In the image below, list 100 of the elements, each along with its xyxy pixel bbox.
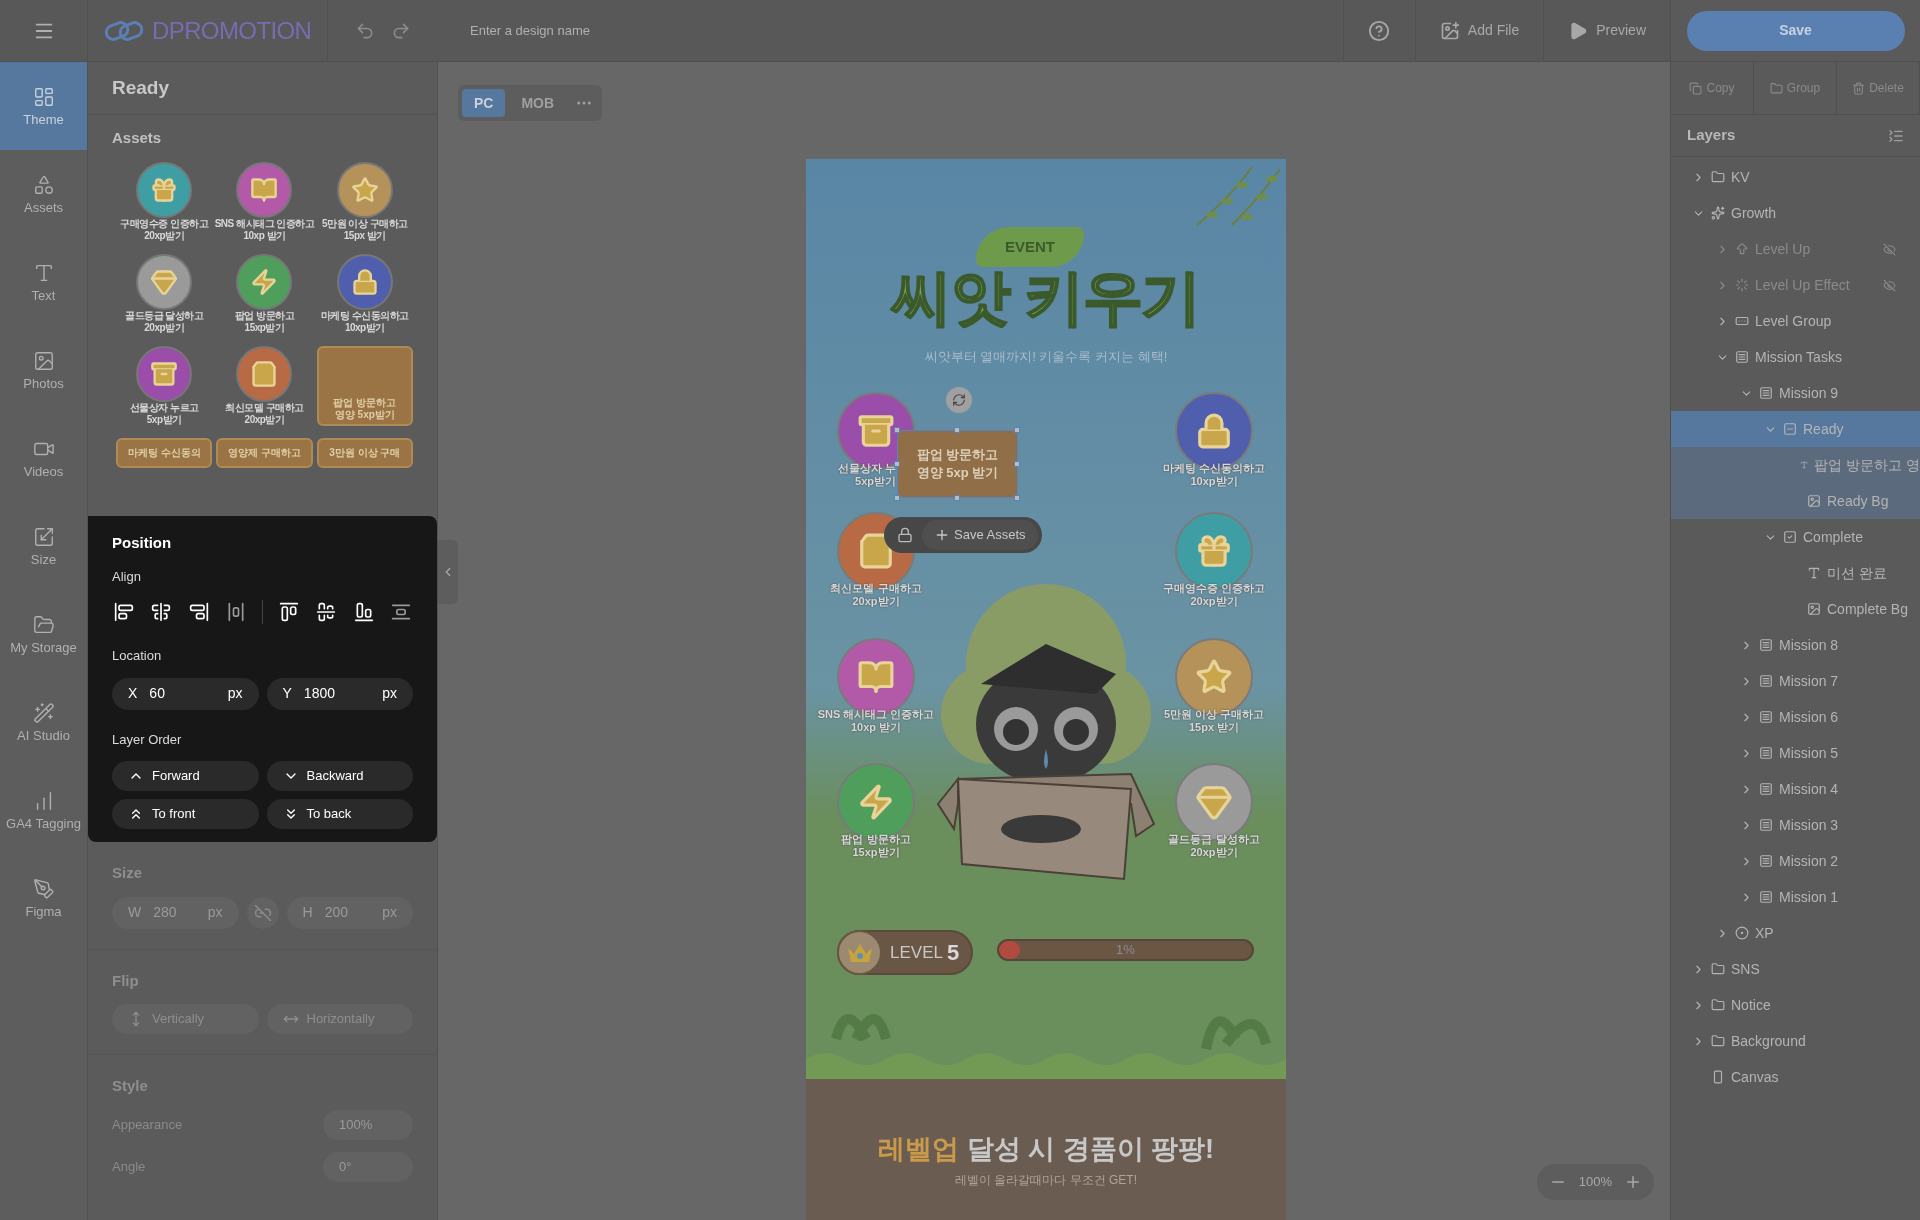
field-label: Align (112, 567, 142, 586)
layer-item[interactable]: Level Group (1671, 303, 1920, 339)
eye-off-icon[interactable] (1883, 278, 1896, 292)
resize-handle[interactable] (954, 495, 960, 501)
rail-item[interactable]: Size (0, 502, 87, 590)
layer-item[interactable]: Complete (1671, 519, 1920, 555)
layer-item[interactable]: Canvas (1671, 1059, 1920, 1095)
list-icon (1759, 746, 1773, 760)
layer-item[interactable]: 팝업 방문하고 영 (1671, 447, 1920, 483)
collapse-panel-handle[interactable] (438, 540, 458, 604)
rail-item[interactable]: Text (0, 238, 87, 326)
selected-element-card[interactable]: 팝업 방문하고 영양 5xp 받기 (897, 430, 1018, 498)
layer-item[interactable]: Notice (1671, 987, 1920, 1023)
layer-item[interactable]: Mission 8 (1671, 627, 1920, 663)
copy-icon (1689, 81, 1703, 95)
list-icon (1759, 638, 1773, 652)
undo-icon[interactable] (355, 20, 375, 41)
add-file-button[interactable]: Add File (1414, 0, 1544, 61)
device-tab[interactable]: MOB (509, 89, 567, 117)
number-field[interactable]: X 60 px (112, 677, 259, 710)
layer-item[interactable]: Mission 4 (1671, 771, 1920, 807)
eye-off-icon[interactable] (1883, 242, 1896, 256)
layer-item[interactable]: Mission 5 (1671, 735, 1920, 771)
asset-card[interactable]: 영양제 구매하고 (216, 437, 313, 468)
rail-item[interactable]: Figma (0, 854, 87, 942)
layer-item[interactable]: Ready (1671, 411, 1920, 447)
mission-label: SNS 해시태그 인증하고 (817, 708, 935, 721)
asset-tile[interactable]: 구매영수증 인증하고 20xp받기 (116, 161, 213, 242)
layer-item[interactable]: Growth (1671, 195, 1920, 231)
asset-card[interactable]: 3만원 이상 구매 (316, 437, 413, 468)
redo-icon[interactable] (391, 20, 411, 41)
rail-item[interactable]: AI Studio (0, 678, 87, 766)
unlink-icon[interactable] (246, 896, 279, 929)
layer-item[interactable]: Mission 1 (1671, 879, 1920, 915)
layer-item[interactable]: Mission 3 (1671, 807, 1920, 843)
layer-label: Ready Bg (1827, 491, 1889, 511)
save-assets-button[interactable]: Save Assets (922, 520, 1038, 550)
layer-label: Mission 6 (1779, 707, 1839, 727)
mission-label: 10xp 받기 (850, 721, 902, 734)
layer-item[interactable]: SNS (1671, 951, 1920, 987)
layer-item[interactable]: Mission Tasks (1671, 339, 1920, 375)
layer-label: Mission 1 (1779, 887, 1839, 907)
section-title: Assets (112, 128, 163, 148)
link-logo-icon (104, 18, 144, 43)
rail-item[interactable]: Videos (0, 414, 87, 502)
layer-item[interactable]: KV (1671, 159, 1920, 195)
resize-handle[interactable] (894, 495, 900, 501)
level-label: LEVEL (890, 941, 943, 964)
rail-item[interactable]: Assets (0, 150, 87, 238)
arrow-up-icon (1735, 242, 1749, 256)
folder-icon (1769, 81, 1783, 95)
axis-label: H (302, 903, 313, 922)
asset-tile[interactable]: 선물상자 누르고 5xp받기 (116, 345, 213, 426)
layer-order-button[interactable]: To back (266, 799, 413, 829)
rotate-handle[interactable] (946, 387, 972, 413)
rail-item[interactable]: Photos (0, 326, 87, 414)
asset-tile[interactable]: 최신모델 구매하고 20xp받기 (216, 345, 313, 426)
loader-icon (1735, 278, 1749, 292)
field-label: Layer Order (112, 730, 183, 749)
layer-order-button[interactable]: To front (112, 799, 259, 829)
layer-item[interactable]: Ready Bg (1671, 483, 1920, 519)
resize-handle[interactable] (1014, 495, 1020, 501)
zoom-in-icon[interactable] (1624, 1173, 1642, 1191)
asset-tile[interactable]: 골드등급 달성하고 20xp받기 (116, 253, 213, 334)
rail-item[interactable]: My Storage (0, 590, 87, 678)
resize-handle[interactable] (894, 461, 900, 467)
layer-item[interactable]: Mission 7 (1671, 663, 1920, 699)
asset-tile[interactable]: SNS 해시태그 인증하고 10xp 받기 (216, 161, 313, 242)
layer-label: Mission Tasks (1755, 347, 1842, 367)
save-button[interactable]: Save (1686, 10, 1905, 51)
layer-item[interactable]: Background (1671, 1023, 1920, 1059)
resize-handle[interactable] (894, 427, 900, 433)
list-icon (1735, 350, 1749, 364)
asset-tile[interactable]: 팝업 방문하고 15xp받기 (216, 253, 313, 334)
resize-handle[interactable] (954, 427, 960, 433)
device-tab[interactable]: PC (462, 89, 506, 117)
coin-icon (1735, 926, 1749, 940)
layer-item[interactable]: XP (1671, 915, 1920, 951)
asset-card[interactable]: 팝업 방문하고 영양 5xp받기 (316, 345, 413, 426)
layer-order-button[interactable]: Backward (266, 761, 413, 791)
layer-order-button[interactable]: Forward (112, 761, 259, 791)
rail-item[interactable]: GA4 Tagging (0, 766, 87, 854)
resize-handle[interactable] (1014, 427, 1020, 433)
layer-item[interactable]: Mission 6 (1671, 699, 1920, 735)
layer-item[interactable]: Mission 2 (1671, 843, 1920, 879)
rail-item[interactable]: Theme (0, 62, 87, 150)
design-name-field[interactable]: Enter a design name (438, 0, 1343, 61)
layer-item[interactable]: 미션 완료 (1671, 555, 1920, 591)
collapse-list-icon[interactable] (1888, 127, 1904, 144)
design-name-input[interactable]: Enter a design name (470, 15, 870, 46)
layer-item[interactable]: Complete Bg (1671, 591, 1920, 627)
asset-tile[interactable]: 마케팅 수신동의하고 10xp받기 (316, 253, 413, 334)
resize-handle[interactable] (1014, 461, 1020, 467)
number-field[interactable]: Y 1800 px (266, 677, 413, 710)
layer-label: XP (1755, 923, 1774, 943)
asset-card[interactable]: 마케팅 수신동의 (116, 437, 213, 468)
layer-item[interactable]: Mission 9 (1671, 375, 1920, 411)
layer-label: Mission 2 (1779, 851, 1839, 871)
asset-tile[interactable]: 5만원 이상 구매하고 15px 받기 (316, 161, 413, 242)
layer-label: 팝업 방문하고 영 (1814, 455, 1920, 475)
